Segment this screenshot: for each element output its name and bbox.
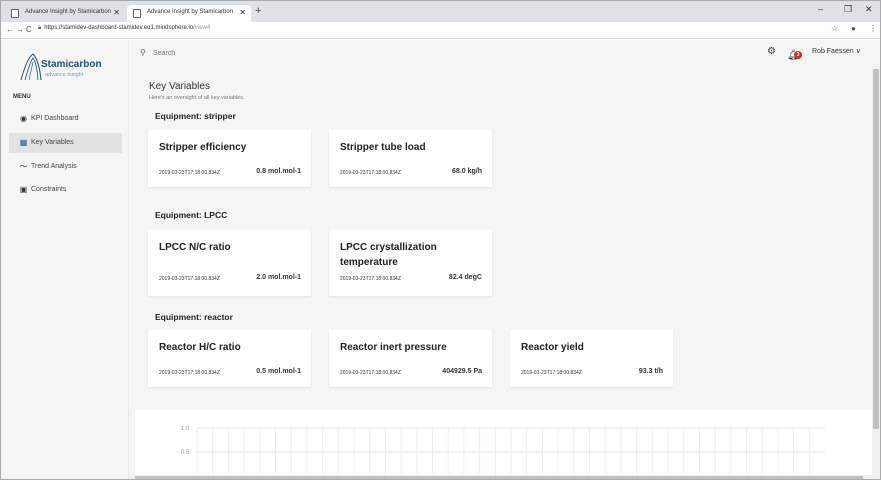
trend-chart-panel: 1.0 0.5: [135, 410, 872, 479]
section-title-reactor: Equipment: reactor: [155, 312, 233, 322]
kpi-card-stripper-tube-load[interactable]: Stripper tube load 2019-03-23T17:18:00.8…: [329, 130, 492, 187]
page-icon: [133, 9, 141, 18]
kpi-card-reactor-yield[interactable]: Reactor yield 2019-03-23T17:18:00.834Z 9…: [510, 330, 673, 387]
scrollbar-thumb[interactable]: [135, 476, 863, 479]
browser-tab-2[interactable]: Advance Insight by Stamicarbon ✕: [127, 5, 251, 22]
card-title: LPCC N/C ratio: [159, 242, 231, 253]
url-path: /view4: [193, 25, 211, 31]
card-timestamp: 2019-03-23T17:18:00.834Z: [340, 276, 401, 282]
browser-menu-icon[interactable]: ⋮: [869, 24, 877, 33]
sidebar-item-label: Trend Analysis: [31, 163, 77, 170]
chevron-down-icon: ∨: [855, 48, 861, 55]
card-title: LPCC crystallization temperature: [340, 242, 437, 268]
calendar-check-icon: ▣: [19, 185, 28, 194]
kpi-card-lpcc-crystallization-temperature[interactable]: LPCC crystallization temperature 2019-03…: [329, 230, 492, 296]
lock-icon: 🔒︎: [38, 25, 42, 31]
section-title-lpcc: Equipment: LPCC: [155, 210, 228, 220]
card-title: Stripper tube load: [340, 142, 426, 153]
card-value: 0.8 mol.mol-1: [256, 168, 301, 175]
card-value: 93.3 t/h: [638, 368, 663, 375]
target-icon: ◉: [20, 114, 27, 123]
url-host: https://stamidev-dashboard-stamidev.eu1.…: [44, 25, 194, 31]
stamicarbon-logo: [20, 53, 42, 81]
grid-icon: ▦: [19, 138, 28, 147]
chart-y-tick-label: 0.5: [181, 450, 190, 456]
card-value: 82.4 degC: [448, 274, 482, 281]
card-value: 0.5 mol.mol-1: [256, 368, 301, 375]
card-timestamp: 2019-03-23T17:18:00.834Z: [159, 276, 220, 282]
close-tab-icon[interactable]: ✕: [239, 8, 246, 17]
card-title: Reactor yield: [521, 342, 584, 353]
page-title: Key Variables: [149, 81, 210, 92]
card-title: Stripper efficiency: [159, 142, 247, 153]
top-bar: ⚲ ⚙ 🔔︎ 3 Rob Faessen ∨: [129, 40, 880, 66]
new-tab-button[interactable]: +: [255, 5, 261, 17]
bookmark-star-icon[interactable]: ☆: [831, 24, 838, 33]
url-field[interactable]: 🔒︎ https://stamidev-dashboard-stamidev.eu…: [38, 25, 210, 32]
address-bar: ← → C 🔒︎ https://stamidev-dashboard-stami…: [1, 22, 880, 39]
vertical-scrollbar[interactable]: [872, 66, 880, 479]
notifications-button[interactable]: 🔔︎ 3: [787, 45, 802, 61]
scrollbar-thumb[interactable]: [873, 69, 879, 429]
minimize-button[interactable]: –: [818, 4, 823, 14]
horizontal-scrollbar[interactable]: [129, 475, 872, 479]
menu-title: MENU: [13, 94, 31, 100]
browser-window: Advance Insight by Stamicarbon ✕ Advance…: [0, 0, 881, 480]
back-icon[interactable]: ←: [6, 25, 14, 34]
card-title: Reactor inert pressure: [340, 342, 447, 353]
forward-icon[interactable]: →: [16, 25, 24, 34]
section-title-stripper: Equipment: stripper: [155, 111, 236, 121]
card-title: Reactor H/C ratio: [159, 342, 241, 353]
card-timestamp: 2019-03-23T17:18:00.834Z: [159, 170, 220, 176]
sidebar-item-constraints[interactable]: ▣ Constraints: [9, 180, 122, 200]
reload-icon[interactable]: C: [26, 25, 32, 34]
card-value: 68.0 kg/h: [452, 168, 482, 175]
logo-name: Stamicarbon: [41, 59, 102, 70]
card-timestamp: 2019-03-23T17:18:00.834Z: [521, 370, 582, 376]
chart-y-tick-label: 1.0: [181, 426, 190, 432]
sidebar: Stamicarbon advance insight MENU ◉ KPI D…: [1, 40, 129, 479]
tab-title: Advance Insight by Stamicarbon: [25, 9, 112, 15]
kpi-card-reactor-inert-pressure[interactable]: Reactor inert pressure 2019-03-23T17:18:…: [329, 330, 492, 387]
card-value: 2.0 mol.mol-1: [256, 274, 301, 281]
gear-icon[interactable]: ⚙: [767, 46, 776, 57]
trend-chart: 1.0 0.5: [181, 426, 825, 479]
card-timestamp: 2019-03-23T17:18:00.834Z: [159, 370, 220, 376]
kpi-card-stripper-efficiency[interactable]: Stripper efficiency 2019-03-23T17:18:00.…: [148, 130, 311, 187]
profile-icon[interactable]: ●: [851, 24, 856, 33]
card-timestamp: 2019-03-23T17:18:00.834Z: [340, 170, 401, 176]
app-shell: Stamicarbon advance insight MENU ◉ KPI D…: [1, 40, 880, 479]
maximize-button[interactable]: ❐: [844, 4, 852, 15]
sidebar-item-label: Key Variables: [31, 139, 74, 146]
page-icon: [11, 9, 19, 18]
sidebar-item-kpi-dashboard[interactable]: ◉ KPI Dashboard: [9, 109, 122, 129]
card-value: 404929.5 Pa: [442, 368, 482, 375]
user-name: Rob Faessen: [812, 48, 854, 55]
browser-tab-1[interactable]: Advance Insight by Stamicarbon ✕: [5, 5, 125, 22]
logo-tagline: advance insight: [45, 72, 84, 78]
trend-icon: 〜: [19, 162, 28, 171]
card-timestamp: 2019-03-23T17:18:00.834Z: [340, 370, 401, 376]
tab-strip: Advance Insight by Stamicarbon ✕ Advance…: [1, 1, 880, 22]
close-window-button[interactable]: ✕: [865, 4, 873, 15]
kpi-card-lpcc-nc-ratio[interactable]: LPCC N/C ratio 2019-03-23T17:18:00.834Z …: [148, 230, 311, 296]
sidebar-item-key-variables[interactable]: ▦ Key Variables: [9, 133, 122, 153]
search-input[interactable]: [153, 47, 353, 59]
tab-title: Advance Insight by Stamicarbon: [147, 9, 234, 15]
kpi-card-reactor-hc-ratio[interactable]: Reactor H/C ratio 2019-03-23T17:18:00.83…: [148, 330, 311, 387]
main-content: Key Variables Here's an oversight of all…: [129, 66, 872, 479]
close-tab-icon[interactable]: ✕: [113, 8, 120, 17]
page-subtitle: Here's an oversight of all key variables…: [149, 95, 245, 101]
user-menu[interactable]: Rob Faessen ∨: [812, 47, 861, 55]
search-icon: ⚲: [140, 48, 146, 57]
sidebar-item-label: KPI Dashboard: [31, 115, 79, 122]
notification-badge: 3: [794, 51, 802, 59]
sidebar-item-label: Constraints: [31, 186, 67, 193]
sidebar-item-trend-analysis[interactable]: 〜 Trend Analysis: [9, 157, 122, 177]
